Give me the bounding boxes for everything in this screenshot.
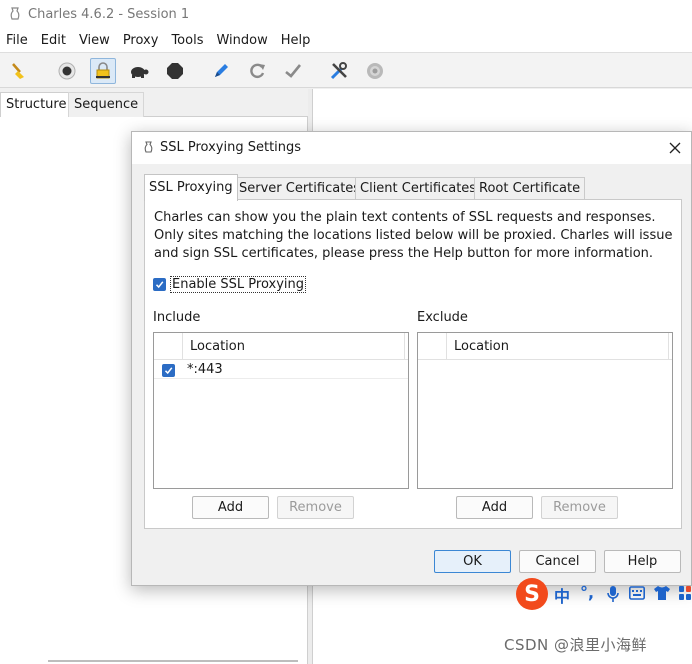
ssl-lock-icon[interactable] xyxy=(90,58,116,84)
menu-proxy[interactable]: Proxy xyxy=(123,33,159,48)
horizontal-scrollbar[interactable] xyxy=(48,660,298,662)
ime-punctuation-mode[interactable]: °, xyxy=(580,583,594,602)
location-column-header[interactable]: Location xyxy=(190,339,245,354)
skin-shirt-icon[interactable] xyxy=(653,585,671,601)
ok-button[interactable]: OK xyxy=(434,550,511,573)
exclude-remove-button[interactable]: Remove xyxy=(541,496,618,519)
location-column-header[interactable]: Location xyxy=(454,339,509,354)
tab-server-certificates[interactable]: Server Certificates xyxy=(234,177,366,200)
menu-view[interactable]: View xyxy=(79,33,110,48)
help-button[interactable]: Help xyxy=(604,550,681,573)
location-cell: *:443 xyxy=(187,362,223,377)
menu-file[interactable]: File xyxy=(6,33,28,48)
include-add-button[interactable]: Add xyxy=(192,496,269,519)
menu-edit[interactable]: Edit xyxy=(41,33,66,48)
keyboard-icon[interactable] xyxy=(629,586,645,600)
window-title: Charles 4.6.2 - Session 1 xyxy=(28,6,190,22)
enable-ssl-proxying-checkbox[interactable]: Enable SSL Proxying xyxy=(153,275,307,293)
enable-ssl-proxying-label[interactable]: Enable SSL Proxying xyxy=(170,275,307,293)
ssl-proxying-panel: Charles can show you the plain text cont… xyxy=(144,199,682,529)
menu-help[interactable]: Help xyxy=(281,33,311,48)
compose-pen-icon[interactable] xyxy=(208,58,234,84)
cancel-button[interactable]: Cancel xyxy=(519,550,596,573)
dialog-title: SSL Proxying Settings xyxy=(160,140,302,155)
checkbox-checked-icon[interactable] xyxy=(153,277,166,291)
close-icon[interactable] xyxy=(667,140,683,156)
exclude-add-button[interactable]: Add xyxy=(456,496,533,519)
ime-toolbar: S 中 °, xyxy=(516,578,692,610)
validate-check-icon[interactable] xyxy=(280,58,306,84)
tab-sequence[interactable]: Sequence xyxy=(68,92,145,117)
tools-icon[interactable] xyxy=(326,58,352,84)
settings-gear-icon[interactable] xyxy=(362,58,388,84)
description-text: Charles can show you the plain text cont… xyxy=(154,210,673,261)
csdn-watermark: CSDN @浪里小海鲜 xyxy=(504,636,648,654)
row-checkbox-checked-icon[interactable] xyxy=(162,364,175,377)
toolbox-grid-icon[interactable] xyxy=(678,585,692,601)
checkbox-column-header xyxy=(154,333,183,360)
sogou-logo-icon[interactable]: S xyxy=(516,578,548,610)
breakpoint-icon[interactable] xyxy=(162,58,188,84)
view-tabs: Structure Sequence xyxy=(0,89,308,117)
dialog-titlebar: SSL Proxying Settings xyxy=(132,132,691,164)
include-locations-table[interactable]: Location *:443 xyxy=(153,332,409,489)
dialog-tabs: SSL Proxying Server Certificates Client … xyxy=(144,174,684,201)
tab-client-certificates[interactable]: Client Certificates xyxy=(355,177,482,200)
ssl-proxying-settings-dialog: SSL Proxying Settings SSL Proxying Serve… xyxy=(131,131,692,586)
header-end-cell xyxy=(404,333,408,360)
app-titlebar: Charles 4.6.2 - Session 1 xyxy=(0,0,692,28)
table-row[interactable]: *:443 xyxy=(154,361,408,379)
menu-bar: File Edit View Proxy Tools Window Help xyxy=(0,28,692,52)
menu-tools[interactable]: Tools xyxy=(171,33,203,48)
toolbar xyxy=(0,52,692,88)
tab-root-certificate[interactable]: Root Certificate xyxy=(474,177,586,200)
header-end-cell xyxy=(668,333,672,360)
exclude-label: Exclude xyxy=(417,310,468,325)
charles-jug-icon xyxy=(144,141,153,153)
throttle-turtle-icon[interactable] xyxy=(126,58,152,84)
repeat-icon[interactable] xyxy=(244,58,270,84)
microphone-icon[interactable] xyxy=(606,585,620,603)
exclude-table-header: Location xyxy=(418,333,672,360)
ime-chinese-mode[interactable]: 中 xyxy=(554,583,570,607)
checkbox-column-header xyxy=(418,333,447,360)
include-table-header: Location xyxy=(154,333,408,360)
exclude-locations-table[interactable]: Location xyxy=(417,332,673,489)
include-remove-button[interactable]: Remove xyxy=(277,496,354,519)
charles-jug-icon xyxy=(10,7,20,20)
menu-window[interactable]: Window xyxy=(216,33,267,48)
tab-ssl-proxying[interactable]: SSL Proxying xyxy=(144,174,238,201)
tab-structure[interactable]: Structure xyxy=(0,92,73,117)
broom-icon[interactable] xyxy=(6,58,32,84)
include-label: Include xyxy=(153,310,201,325)
record-icon[interactable] xyxy=(54,58,80,84)
